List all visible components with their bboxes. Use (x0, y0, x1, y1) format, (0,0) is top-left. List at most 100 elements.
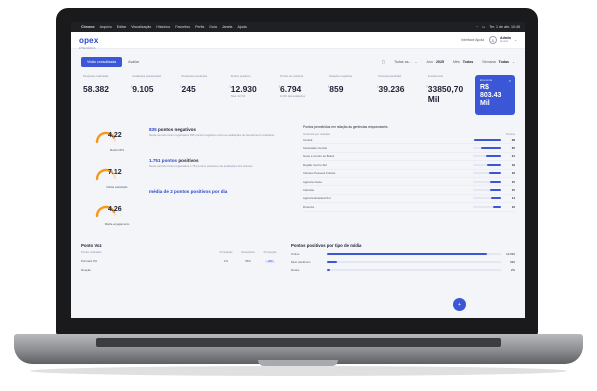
gauge-dial: 7.12 (95, 166, 125, 182)
ranking-row[interactable]: Diretoria 12 (303, 203, 515, 212)
ranking-row[interactable]: Sociedade Central 25 (303, 144, 515, 153)
user-menu[interactable]: ♙ Admin Gestor ⌄ (488, 36, 517, 44)
ranking-row[interactable]: Agência Estadual Sul 14 (303, 195, 515, 204)
menubar-item[interactable]: Visualização (131, 25, 151, 29)
ranking-col-right: Pontos (506, 132, 515, 136)
kpi-sub: 11,6% das avaliações (280, 95, 306, 98)
pv-name: Reação (81, 268, 91, 272)
ranking-value: 14 (511, 196, 515, 201)
ranking-row[interactable]: Central 38 (303, 136, 515, 145)
menubar-item[interactable]: Ajuda (237, 25, 246, 29)
kpi-card[interactable]: Pesquisas pendentes 245 › (180, 75, 231, 95)
tipo-bar (327, 252, 501, 256)
menubar-item[interactable]: Perfis (195, 25, 204, 29)
ranking-row[interactable]: Ciências 15 (303, 186, 515, 195)
kpi-card[interactable]: Pesquisas realizadas 58.382 › (81, 75, 132, 95)
tipo-name: Meio telefônico (291, 260, 311, 264)
ranking-bar (473, 189, 501, 192)
help-link[interactable]: Interface Ajuda (461, 38, 484, 42)
gauge-dial: 4.22 (95, 129, 125, 145)
ranking-row[interactable]: Agência Oeste 15 (303, 178, 515, 187)
kpi-card[interactable]: Pessoas atendidas 39.236 › (377, 75, 428, 95)
gauge-value: 7.12 (108, 169, 122, 176)
ranking-name: Central (303, 137, 313, 142)
insight-text: Neste período foram registrados 835 pont… (149, 133, 275, 137)
kpi-card[interactable]: Pontos de melhoria 6.794 11,6% das avaliaç… (278, 75, 329, 98)
kpi-label: Pessoas atendidas (378, 75, 402, 78)
kpi-label: Reações negativas (329, 75, 353, 78)
filters-bar: ▢ Todas as... ⌄ Ano 2025 Mês Todos Seman… (382, 60, 515, 64)
close-icon[interactable]: × (509, 78, 511, 83)
menubar-item[interactable]: Histórico (156, 25, 170, 29)
tipo-row[interactable]: Redes 2% (291, 268, 515, 272)
kpi-sub: Taxa: 22,1% (230, 95, 246, 98)
ranking-bar-fill (485, 155, 501, 158)
filter-value: Todas (498, 59, 509, 64)
insight-title[interactable]: 835 pontos negativos (149, 127, 281, 132)
kpi-value: 33850,70 Mil (427, 84, 464, 104)
battery-icon[interactable]: ▭ (482, 25, 485, 29)
kpi-value: 39.236 (378, 84, 405, 94)
table-row[interactable]: Pontuais 0% 1% 56% +8% (81, 259, 281, 263)
ranking-row[interactable]: Norte e Centro do Brasil 21 (303, 153, 515, 162)
tipo-row[interactable]: Online 12.510 (291, 252, 515, 256)
menubar-item[interactable]: Janela (222, 25, 233, 29)
ranking-bar (473, 138, 501, 141)
menubar-item[interactable]: Chrome (81, 25, 95, 29)
ranking-value: 19 (511, 162, 515, 167)
ranking-bar-fill (490, 189, 501, 192)
insight-title[interactable]: média de 2 pontos positivos por dia (149, 189, 281, 194)
tipo-row[interactable]: Meio telefônico 546 (291, 260, 515, 264)
table-row[interactable]: Reação (81, 268, 281, 272)
menubar-clock[interactable]: Ter. 1 de abr. 10:45 (489, 25, 520, 29)
tipo-midia-title: Pontos positivos por tipo de mídia (291, 243, 362, 248)
kpi-card[interactable]: Avaliações pesquisadas 9.105 › (130, 75, 181, 95)
kpi-value: 9.105 (132, 84, 154, 94)
kpi-card[interactable]: Investimento33850,70 Mil› (426, 75, 477, 105)
filter-value: Todos (462, 59, 474, 64)
pv-pill: +8% (265, 260, 275, 263)
pv-head-first: Pontos indicados (81, 251, 102, 254)
ranking-name: Norte e Centro do Brasil (303, 154, 335, 159)
kpi-card[interactable]: Reações negativas 859 › (327, 75, 378, 95)
kpi-label: Pesquisas realizadas (83, 75, 109, 78)
ranking-row[interactable]: Região Centro-Sul 19 (303, 161, 515, 170)
ranking-row[interactable]: Clientes Pessoas Físicas 16 (303, 170, 515, 178)
menubar-item[interactable]: Guia (209, 25, 217, 29)
menubar-item[interactable]: Favoritos (175, 25, 190, 29)
filter-mes[interactable]: Mês Todos (453, 60, 473, 64)
menubar-item[interactable]: Editar (117, 25, 126, 29)
tipo-bar-fill (327, 252, 488, 256)
pv-name: Pontuais 0% (81, 259, 98, 263)
insight-title[interactable]: 1.751 pontos positivos (149, 158, 281, 163)
ranking-bar-fill (481, 147, 501, 150)
tipo-name: Online (291, 252, 300, 256)
calendar-icon[interactable]: ▢ (382, 60, 385, 64)
kpi-row: Pesquisas realizadas 58.382 › Avaliações pe… (71, 67, 525, 115)
filter-value: 2025 (435, 59, 444, 64)
tab-visao-consolidada[interactable]: Visão consolidada (81, 56, 123, 67)
ranking-value: 21 (511, 154, 515, 159)
kpi-highlight-card[interactable]: Economia R$ 803.43 Mil × (475, 75, 515, 115)
tipo-value: 2% (510, 268, 515, 272)
menubar-item[interactable]: Arquivo (100, 25, 112, 29)
ranking-name: Sociedade Central (303, 146, 327, 151)
ranking-name: Região Centro-Sul (303, 162, 327, 167)
ranking-title: Pontos percebidos em relação às gerência… (303, 125, 388, 129)
kpi-card[interactable]: Pontos positivos 12.930 Taxa: 22,1% › (229, 75, 280, 98)
wifi-icon[interactable]: ◔ (476, 25, 478, 29)
user-info: Admin Gestor (500, 36, 511, 43)
pv-head-col: Pontuação (219, 251, 233, 254)
filter-unidades[interactable]: Todas as... ⌄ (394, 60, 417, 64)
filter-ano[interactable]: Ano 2025 (427, 60, 444, 64)
brand[interactable]: opex INTELIGÊNCIA (79, 30, 98, 50)
chat-fab-button[interactable]: + (453, 298, 466, 311)
tipo-value: 546 (510, 260, 515, 264)
pv-cell: 1% (223, 259, 229, 263)
tab-avaliar[interactable]: Avaliar (122, 57, 145, 67)
insight-card: 835 pontos negativos Neste período foram … (149, 127, 281, 138)
filter-semana[interactable]: Semana Todas ⌄ (482, 60, 515, 64)
filter-label: Ano (426, 59, 433, 64)
ranking-bar (473, 197, 501, 200)
laptop-screen: Chrome Arquivo Editar Visualização Histórico… (71, 22, 525, 318)
